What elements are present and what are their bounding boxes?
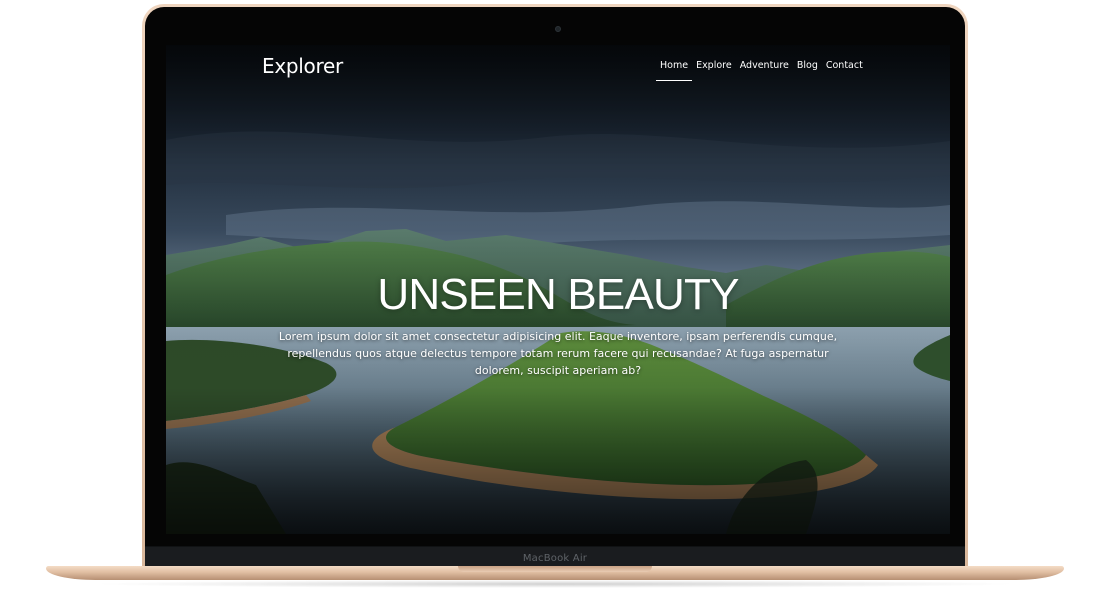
hero-section: UNSEEN BEAUTY Lorem ipsum dolor sit amet… xyxy=(166,270,950,379)
laptop-shadow xyxy=(90,580,1020,588)
laptop-lid: Explorer Home Explore Adventure Blog Con… xyxy=(142,4,968,570)
laptop-mockup: Explorer Home Explore Adventure Blog Con… xyxy=(0,0,1110,598)
laptop-base xyxy=(46,566,1064,580)
nav-link-home[interactable]: Home xyxy=(656,58,693,81)
nav-link-explore[interactable]: Explore xyxy=(692,58,736,81)
website-screen: Explorer Home Explore Adventure Blog Con… xyxy=(166,45,950,534)
main-nav: Home Explore Adventure Blog Contact xyxy=(656,58,867,81)
device-label: MacBook Air xyxy=(522,553,588,564)
hero-description: Lorem ipsum dolor sit amet consectetur a… xyxy=(278,330,838,377)
site-header: Explorer Home Explore Adventure Blog Con… xyxy=(166,45,950,105)
hero-title: UNSEEN BEAUTY xyxy=(377,270,739,319)
nav-link-contact[interactable]: Contact xyxy=(822,58,867,81)
nav-link-blog[interactable]: Blog xyxy=(793,58,822,81)
laptop-notch xyxy=(458,566,652,572)
site-logo[interactable]: Explorer xyxy=(262,54,343,78)
screen-bezel: Explorer Home Explore Adventure Blog Con… xyxy=(145,7,965,570)
camera-icon xyxy=(555,26,561,32)
nav-link-adventure[interactable]: Adventure xyxy=(736,58,793,81)
